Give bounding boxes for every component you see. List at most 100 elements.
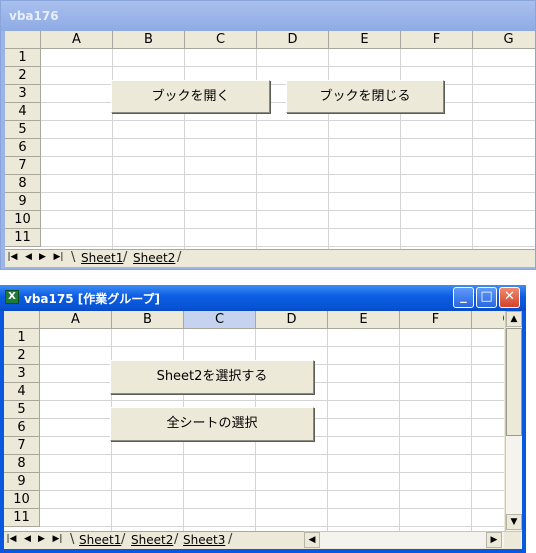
gridline [41, 66, 535, 67]
row-header[interactable]: 10 [5, 211, 41, 229]
column-header[interactable]: A [41, 31, 113, 49]
row-header[interactable]: 5 [4, 401, 40, 419]
row-header[interactable]: 8 [4, 455, 40, 473]
row-header[interactable]: 9 [5, 193, 41, 211]
row-header[interactable]: 10 [4, 491, 40, 509]
column-header[interactable]: F [401, 31, 473, 49]
minimize-icon[interactable]: _ [453, 287, 474, 308]
column-header-selected[interactable]: C [184, 311, 256, 329]
scroll-left-icon[interactable]: ◀ [304, 532, 320, 548]
scroll-thumb[interactable] [506, 328, 522, 436]
close-icon[interactable]: ✕ [499, 287, 520, 308]
cell-grid[interactable]: A B C D E F G 1 2 3 4 5 6 7 8 9 10 11 [5, 31, 535, 249]
row-header[interactable]: 1 [4, 329, 40, 347]
row-header[interactable]: 2 [5, 67, 41, 85]
title-bar[interactable]: X vba175 [作業グループ] _ □ ✕ [0, 285, 526, 311]
gridline [40, 346, 504, 347]
horizontal-scrollbar[interactable]: ◀ ▶ [304, 531, 522, 548]
row-header[interactable]: 11 [4, 509, 40, 527]
column-header[interactable]: B [112, 311, 184, 329]
column-header[interactable]: G [473, 31, 535, 49]
maximize-icon[interactable]: □ [476, 287, 497, 308]
first-sheet-icon[interactable]: |◀ [7, 252, 18, 262]
gridline [40, 472, 504, 473]
row-header[interactable]: 4 [5, 103, 41, 121]
title-bar[interactable]: vba176 [1, 1, 535, 31]
column-header[interactable]: G [472, 311, 504, 329]
column-header[interactable]: E [328, 311, 400, 329]
row-header[interactable]: 2 [4, 347, 40, 365]
row-header[interactable]: 7 [5, 157, 41, 175]
next-sheet-icon[interactable]: ▶ [37, 252, 48, 262]
gridline [41, 246, 535, 247]
next-sheet-icon[interactable]: ▶ [36, 534, 47, 544]
select-sheet2-button[interactable]: Sheet2を選択する [110, 360, 314, 394]
last-sheet-icon[interactable]: ▶| [53, 252, 64, 262]
vertical-scrollbar[interactable]: ▲ ▼ [505, 311, 522, 531]
select-all-corner[interactable] [5, 31, 41, 49]
column-header[interactable]: A [40, 311, 112, 329]
gridline [41, 156, 535, 157]
open-book-button[interactable]: ブックを開く [111, 80, 270, 113]
row-header[interactable]: 7 [4, 437, 40, 455]
tab-divider: \ [70, 532, 75, 547]
scroll-up-icon[interactable]: ▲ [506, 311, 522, 327]
row-header[interactable]: 4 [4, 383, 40, 401]
tab-divider: / [174, 532, 179, 547]
gridline [256, 49, 257, 249]
tab-divider: / [123, 250, 128, 265]
gridline [41, 192, 535, 193]
row-header[interactable]: 1 [5, 49, 41, 67]
column-header[interactable]: F [400, 311, 472, 329]
sheet-tab-bar: |◀ ◀ ▶ ▶| \ Sheet1 / Sheet2 / Sheet3 / [4, 531, 304, 549]
column-header[interactable]: B [113, 31, 185, 49]
tab-divider: \ [71, 250, 76, 265]
column-header[interactable]: C [185, 31, 257, 49]
column-header[interactable]: D [256, 311, 328, 329]
row-header[interactable]: 11 [5, 229, 41, 247]
row-header[interactable]: 5 [5, 121, 41, 139]
row-header[interactable]: 9 [4, 473, 40, 491]
sheet-tab[interactable]: Sheet3 [183, 532, 225, 549]
row-header[interactable]: 3 [4, 365, 40, 383]
gridline [41, 210, 535, 211]
window-title: vba176 [9, 9, 59, 23]
gridline [400, 49, 401, 249]
sheet-tab[interactable]: Sheet1 [81, 250, 123, 267]
prev-sheet-icon[interactable]: ◀ [22, 534, 33, 544]
gridline [41, 174, 535, 175]
scroll-down-icon[interactable]: ▼ [506, 514, 522, 530]
gridline [472, 49, 473, 249]
first-sheet-icon[interactable]: |◀ [6, 534, 17, 544]
workbook-window-vba176: vba176 A B C D E F G 1 2 3 4 5 6 7 8 9 1… [0, 0, 536, 270]
gridline [41, 120, 535, 121]
window-title: vba175 [作業グループ] [24, 292, 160, 306]
prev-sheet-icon[interactable]: ◀ [23, 252, 34, 262]
gridline [327, 329, 328, 531]
sheet-tab-bar: |◀ ◀ ▶ ▶| \ Sheet1 / Sheet2 / [5, 249, 535, 267]
gridline [112, 49, 113, 249]
sheet-tab[interactable]: Sheet2 [133, 250, 175, 267]
row-header[interactable]: 6 [4, 419, 40, 437]
cell-grid[interactable]: A B C D E F G 1 2 3 4 5 6 7 8 9 10 11 [4, 311, 504, 531]
row-header[interactable]: 3 [5, 85, 41, 103]
last-sheet-icon[interactable]: ▶| [52, 534, 63, 544]
sheet-tab[interactable]: Sheet1 [79, 532, 121, 549]
row-header[interactable]: 6 [5, 139, 41, 157]
size-grip[interactable] [504, 532, 521, 548]
gridline [40, 490, 504, 491]
tab-divider: / [228, 532, 233, 547]
column-header[interactable]: D [257, 31, 329, 49]
column-header[interactable]: E [329, 31, 401, 49]
close-book-button[interactable]: ブックを閉じる [286, 80, 444, 113]
select-all-corner[interactable] [4, 311, 40, 329]
row-header[interactable]: 8 [5, 175, 41, 193]
gridline [40, 400, 504, 401]
gridline [40, 526, 504, 527]
gridline [40, 508, 504, 509]
sheet-tab[interactable]: Sheet2 [131, 532, 173, 549]
gridline [328, 49, 329, 249]
scroll-right-icon[interactable]: ▶ [486, 532, 502, 548]
excel-icon[interactable]: X [5, 290, 19, 304]
select-all-sheets-button[interactable]: 全シートの選択 [110, 407, 314, 441]
